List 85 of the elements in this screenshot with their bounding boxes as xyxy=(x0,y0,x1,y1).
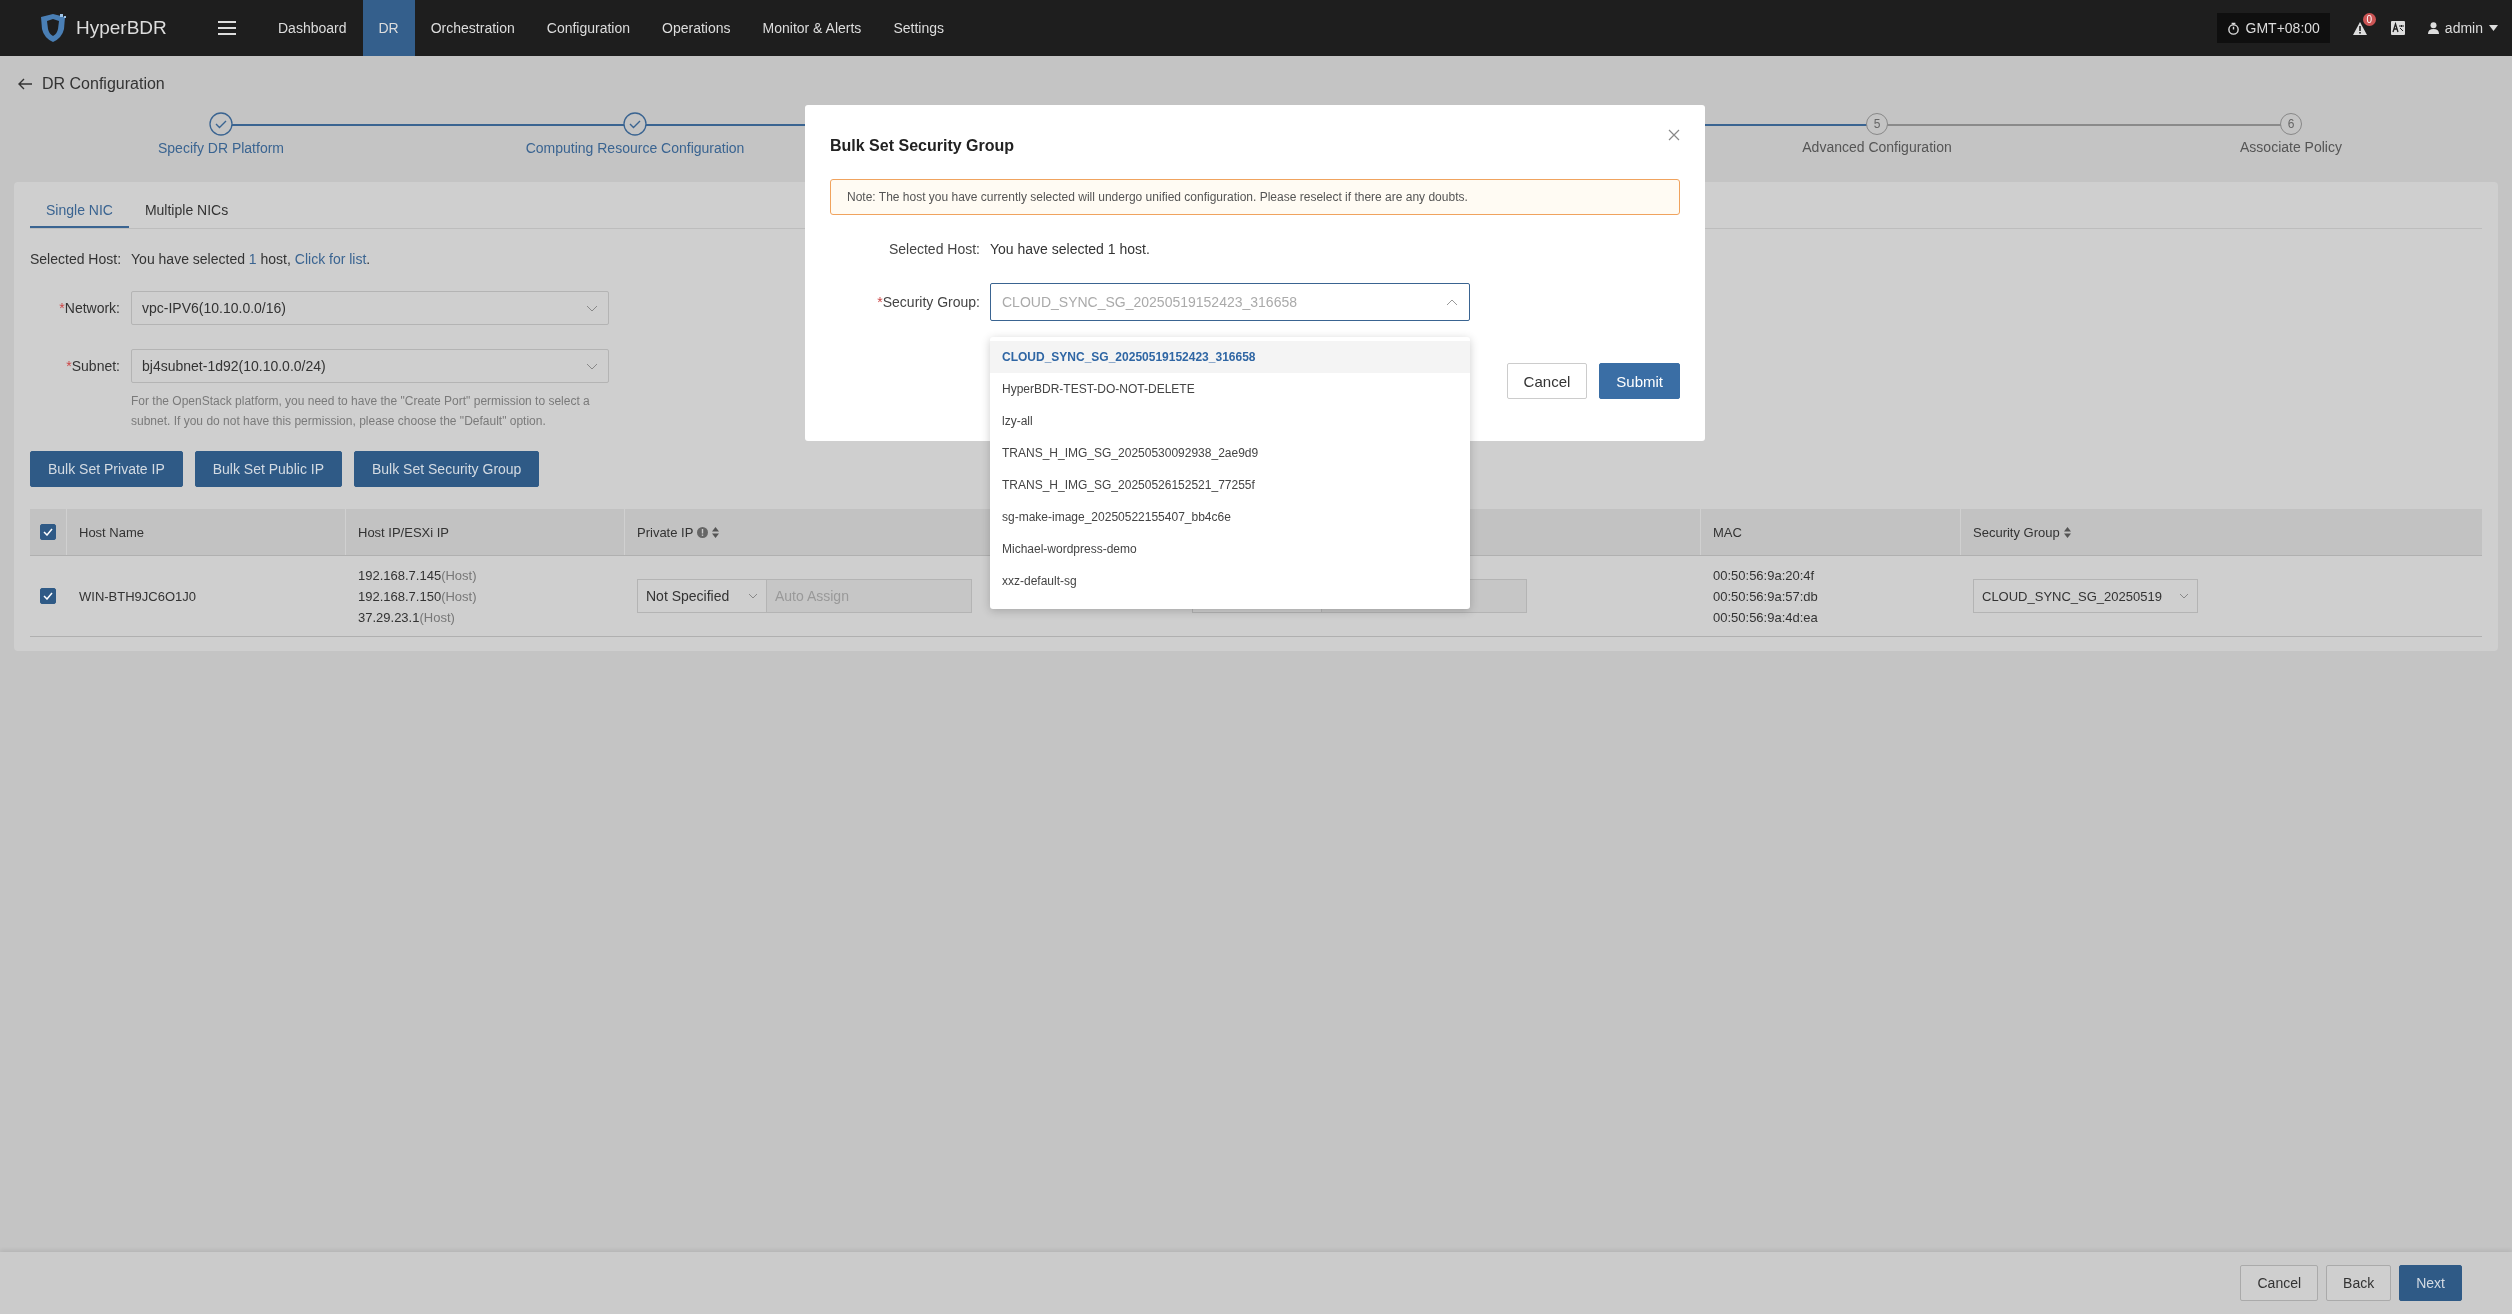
sort-icon[interactable] xyxy=(712,526,720,538)
step-number: 5 xyxy=(1866,113,1888,135)
info-icon[interactable] xyxy=(697,526,709,538)
host-ip: 37.29.23.1(Host) xyxy=(358,609,455,625)
nav-tab[interactable]: Configuration xyxy=(530,0,647,56)
field-label: Selected Host: xyxy=(887,241,981,257)
footer-button[interactable]: Next xyxy=(2399,1265,2462,1301)
checkbox[interactable] xyxy=(40,588,56,604)
mac-address: 00:50:56:9a:4d:ea xyxy=(1713,609,1818,625)
column-header: MAC xyxy=(1713,524,1742,540)
select-field[interactable]: vpc-IPV6(10.10.0.0/16) xyxy=(131,291,609,325)
dropdown-option[interactable]: TRANS_H_IMG_SG_20250530092938_2ae9d9 xyxy=(990,437,1470,469)
chevron-down-icon xyxy=(586,304,598,312)
dropdown-option[interactable]: CLOUD_SYNC_SG_20250519152423_316658 xyxy=(990,341,1470,373)
help-text: For the OpenStack platform, you need to have the "Create Port" permission to select a subnet. If you do not have this permission, please choose the "Default" option. xyxy=(131,393,591,430)
menu-icon[interactable] xyxy=(218,20,236,36)
sort-icon[interactable] xyxy=(2063,526,2071,538)
step-label: Specify DR Platform xyxy=(157,140,284,156)
step-label: Computing Resource Configuration xyxy=(525,140,745,156)
note-text: Note: The host you have currently selected will undergo unified configuration. Please reselect if there are any doubts. xyxy=(847,190,1468,204)
ip-mode-select[interactable]: Not Specified xyxy=(637,579,767,613)
column-header[interactable]: Security Group xyxy=(1973,524,2071,540)
warning-icon[interactable] xyxy=(2351,20,2368,36)
mac-address: 00:50:56:9a:57:db xyxy=(1713,588,1818,604)
modal-button[interactable]: Submit xyxy=(1599,363,1680,399)
user-icon xyxy=(2427,22,2439,34)
selected-host-text: You have selected 1 host, Click for list. xyxy=(131,251,371,267)
host-ip: 192.168.7.145(Host) xyxy=(358,567,477,583)
footer-button[interactable]: Cancel xyxy=(2240,1265,2319,1301)
dropdown-option[interactable]: Michael-wordpress-demo xyxy=(990,533,1470,565)
back-arrow-icon[interactable] xyxy=(18,78,32,90)
select-field[interactable]: bj4subnet-1d92(10.10.0.0/24) xyxy=(131,349,609,383)
chevron-up-icon xyxy=(1446,298,1458,306)
brand-name: HyperBDR xyxy=(76,17,167,39)
dropdown-option[interactable]: TRANS_H_IMG_SG_20250526152521_77255f xyxy=(990,469,1470,501)
table-cell: WIN-BTH9JC6O1J0 xyxy=(79,588,197,604)
dropdown-option[interactable]: lzy-all xyxy=(990,405,1470,437)
user-menu[interactable]: admin xyxy=(2427,20,2498,36)
nav-tab[interactable]: Dashboard xyxy=(262,0,363,56)
column-header: Host Name xyxy=(79,524,145,540)
alert-count-badge: 0 xyxy=(2362,12,2376,26)
chevron-down-icon xyxy=(586,362,598,370)
nav-tab[interactable]: Operations xyxy=(646,0,747,56)
selected-host-text: You have selected 1 host. xyxy=(990,241,1150,257)
nav-tab[interactable]: Monitor & Alerts xyxy=(746,0,878,56)
timezone-text: GMT+08:00 xyxy=(2245,20,2320,36)
bulk-button[interactable]: Bulk Set Security Group xyxy=(354,451,540,487)
translate-icon[interactable] xyxy=(2389,20,2406,36)
checkbox[interactable] xyxy=(40,524,56,540)
bulk-button[interactable]: Bulk Set Private IP xyxy=(30,451,183,487)
modal-button[interactable]: Cancel xyxy=(1506,363,1588,399)
field-label: *Network: xyxy=(58,300,121,316)
shield-logo-icon xyxy=(38,13,68,43)
close-icon[interactable] xyxy=(1668,129,1680,141)
dropdown-option[interactable]: sg-make-image_20250522155407_bb4c6e xyxy=(990,501,1470,533)
modal-title: Bulk Set Security Group xyxy=(830,137,1015,155)
nav-tab[interactable]: DR xyxy=(362,0,415,56)
checkmark-icon xyxy=(43,528,53,536)
field-label: Selected Host: xyxy=(30,251,123,267)
nav-tab[interactable]: Orchestration xyxy=(414,0,531,56)
user-name: admin xyxy=(2444,20,2483,36)
checkmark-icon xyxy=(43,592,53,600)
timer-icon xyxy=(2226,21,2240,35)
dropdown-option[interactable]: HyperBDR-TEST-DO-NOT-DELETE xyxy=(990,373,1470,405)
field-label: *Subnet: xyxy=(65,358,121,374)
bulk-button[interactable]: Bulk Set Public IP xyxy=(194,451,342,487)
nic-tab[interactable]: Multiple NICs xyxy=(128,194,245,228)
host-ip: 192.168.7.150(Host) xyxy=(358,588,477,604)
mac-address: 00:50:56:9a:20:4f xyxy=(1713,567,1815,583)
step-number: 6 xyxy=(2280,113,2302,135)
column-header[interactable]: Private IP xyxy=(637,524,720,540)
nic-tab[interactable]: Single NIC xyxy=(30,194,129,228)
dropdown-option[interactable]: xxz-default-sg xyxy=(990,565,1470,597)
timezone-badge[interactable]: GMT+08:00 xyxy=(2216,13,2330,43)
caret-icon xyxy=(2489,25,2498,31)
column-header: Host IP/ESXi IP xyxy=(358,524,450,540)
nav-tab[interactable]: Settings xyxy=(877,0,960,56)
chevron-down-icon xyxy=(748,593,758,599)
security-group-select[interactable]: CLOUD_SYNC_SG_20250519 xyxy=(1973,579,2198,613)
page-title: DR Configuration xyxy=(42,75,165,93)
chevron-down-icon xyxy=(2179,593,2189,599)
footer-button[interactable]: Back xyxy=(2326,1265,2392,1301)
step-label: Associate Policy xyxy=(2240,139,2342,155)
step-label: Advanced Configuration xyxy=(1802,139,1952,155)
field-label: *Security Group: xyxy=(876,294,981,310)
